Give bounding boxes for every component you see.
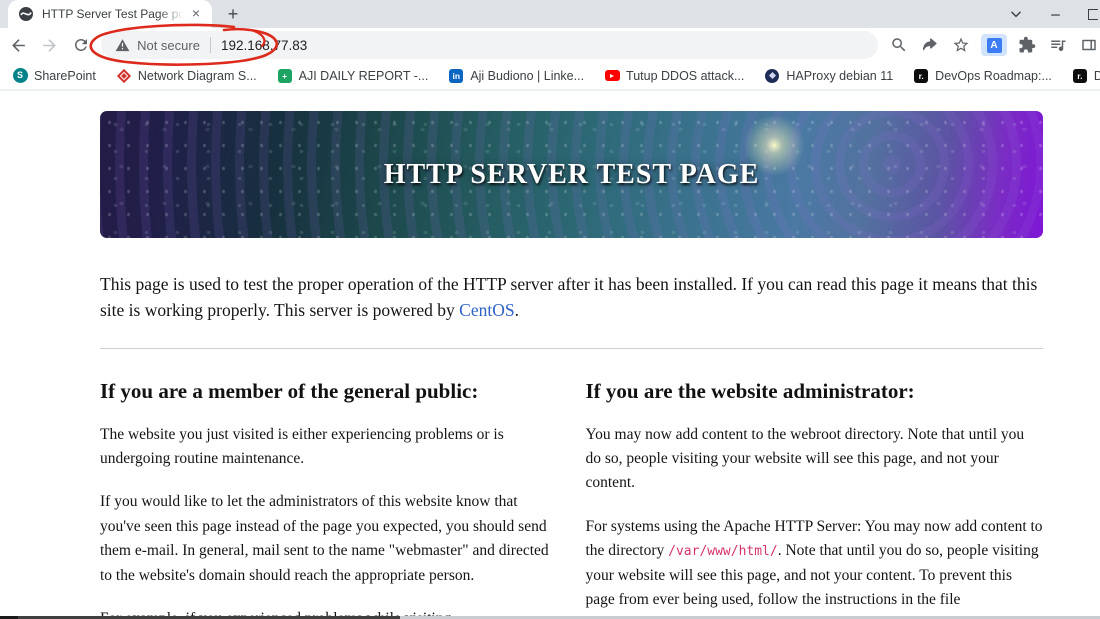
linkedin-icon: in — [449, 68, 464, 83]
bookmark-sharepoint[interactable]: S SharePoint — [12, 68, 96, 84]
administrator-heading: If you are the website administrator: — [585, 378, 915, 403]
tab-search-chevron-icon[interactable] — [1009, 7, 1023, 21]
share-icon[interactable] — [919, 34, 941, 56]
general-public-heading: If you are a member of the general publi… — [100, 378, 479, 403]
administrator-column: If you are the website administrator: Yo… — [586, 353, 1044, 617]
security-label[interactable]: Not secure — [137, 38, 200, 53]
bookmark-network-diagram[interactable]: Network Diagram S... — [116, 68, 257, 84]
tab-title: HTTP Server Test Page powered — [42, 7, 184, 21]
extensions-puzzle-icon[interactable] — [1016, 34, 1038, 56]
omnibox-divider — [209, 37, 211, 53]
intro-paragraph: This page is used to test the proper ope… — [100, 274, 1038, 321]
roadmap-icon: r. — [914, 68, 929, 83]
banner-title: HTTP SERVER TEST PAGE — [383, 158, 760, 190]
forward-button[interactable] — [37, 32, 62, 58]
paragraph: The website you just visited is either e… — [100, 425, 504, 467]
bookmark-devops-roadmap[interactable]: r. DevOps Roadmap:... — [913, 68, 1052, 84]
maximize-button[interactable] — [1088, 8, 1098, 20]
address-bar[interactable]: Not secure 192.168.77.83 — [101, 31, 879, 59]
roadmap-icon: r. — [1072, 68, 1087, 83]
minimize-button[interactable] — [1049, 8, 1062, 21]
translate-icon[interactable]: A — [981, 34, 1008, 56]
sharepoint-icon: S — [12, 68, 28, 83]
browser-tab[interactable]: HTTP Server Test Page powered × — [8, 0, 212, 28]
new-tab-button[interactable]: + — [222, 4, 244, 26]
paragraph: You may now add content to the webroot d… — [585, 425, 1025, 492]
paragraph: If you would like to let the administrat… — [100, 493, 549, 584]
media-queue-icon[interactable] — [1047, 34, 1069, 56]
web-page-content: HTTP SERVER TEST PAGE This page is used … — [0, 93, 1100, 616]
bookmark-youtube[interactable]: Tutup DDOS attack... — [604, 68, 744, 84]
bookmark-daily-report[interactable]: + AJI DAILY REPORT -... — [277, 68, 428, 84]
google-sheets-icon: + — [277, 68, 292, 83]
haproxy-icon — [765, 68, 780, 83]
bookmark-star-icon[interactable] — [950, 34, 972, 56]
general-public-column: If you are a member of the general publi… — [100, 353, 558, 617]
bookmark-haproxy[interactable]: HAProxy debian 11 — [764, 68, 893, 84]
reload-button[interactable] — [68, 32, 93, 58]
youtube-icon — [604, 70, 620, 81]
diagram-icon — [116, 68, 131, 83]
site-favicon-icon — [19, 7, 33, 21]
paragraph: For example, if you experienced problems… — [100, 607, 558, 616]
paragraph: For systems using the Apache HTTP Server… — [585, 517, 1043, 616]
centos-link[interactable]: CentOS — [459, 300, 514, 320]
section-divider — [100, 347, 1043, 349]
tab-strip: HTTP Server Test Page powered × + — [0, 0, 1100, 28]
bookmark-linkedin[interactable]: in Aji Budiono | Linke... — [448, 68, 584, 84]
side-panel-icon[interactable] — [1078, 34, 1100, 56]
not-secure-warning-icon[interactable] — [115, 38, 130, 53]
url-text[interactable]: 192.168.77.83 — [221, 38, 307, 53]
tab-close-icon[interactable]: × — [188, 6, 204, 22]
bookmark-docker-roadmap[interactable]: r. Docker Roadmap -... — [1072, 68, 1100, 84]
browser-toolbar: Not secure 192.168.77.83 A — [0, 28, 1100, 62]
test-page-banner: HTTP SERVER TEST PAGE — [100, 111, 1043, 238]
back-button[interactable] — [6, 32, 31, 58]
apache-webroot-path: /var/www/html/ — [668, 544, 778, 560]
search-icon[interactable] — [888, 34, 910, 56]
bookmarks-bar: S SharePoint Network Diagram S... + AJI … — [0, 62, 1100, 91]
